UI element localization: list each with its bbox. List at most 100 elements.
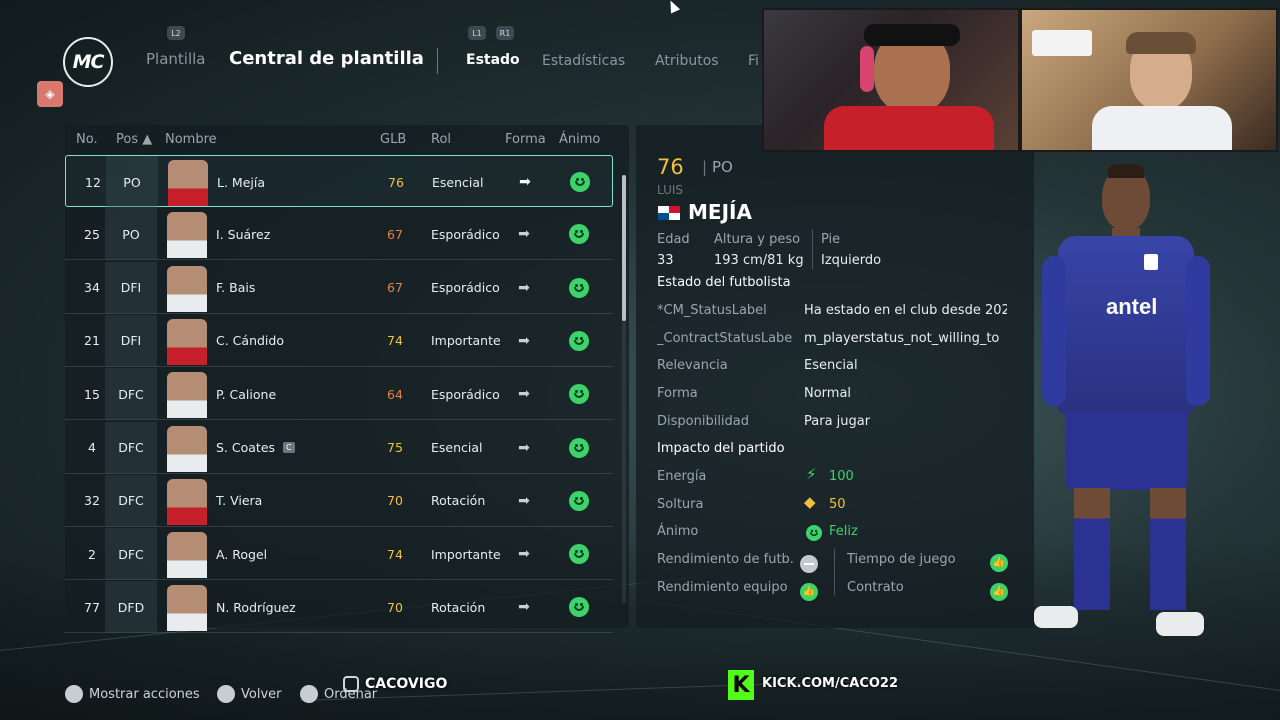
row-name: I. Suárez bbox=[216, 226, 271, 242]
table-row[interactable]: 25 PO I. Suárez 67 Esporádico ➡ bbox=[65, 208, 613, 261]
table-row[interactable]: 4 DFC S. Coates C 75 Esencial ➡ bbox=[65, 421, 613, 474]
tab-estadisticas[interactable]: Estadísticas bbox=[542, 53, 625, 69]
captain-badge: C bbox=[283, 442, 295, 453]
col-nombre[interactable]: Nombre bbox=[165, 132, 217, 147]
happy-icon bbox=[806, 525, 822, 541]
happy-face-icon bbox=[568, 208, 590, 260]
player-last-name: MEJÍA bbox=[688, 200, 752, 224]
kick-channel-url: KICK.COM/CACO22 bbox=[762, 676, 899, 691]
happy-face-icon bbox=[568, 528, 590, 580]
guest-shirt bbox=[1092, 106, 1232, 150]
col-no[interactable]: No. bbox=[76, 132, 98, 147]
headphones-icon bbox=[860, 46, 874, 92]
header-divider bbox=[437, 48, 438, 74]
circle-button-icon bbox=[217, 685, 235, 703]
lightning-icon: ⚡ bbox=[806, 465, 817, 483]
notification-icon[interactable]: ◈ bbox=[37, 81, 63, 107]
mostrar-acciones-label: Mostrar acciones bbox=[89, 686, 200, 702]
arrow-right-icon: ➡ bbox=[518, 492, 530, 509]
impacto-title: Impacto del partido bbox=[657, 441, 785, 456]
webcam-left bbox=[762, 8, 1020, 152]
volver-hint[interactable]: Volver bbox=[217, 685, 282, 703]
row-position: DFC bbox=[105, 528, 157, 581]
volver-label: Volver bbox=[241, 686, 282, 702]
arrow-right-icon: ➡ bbox=[518, 332, 530, 349]
col-rol[interactable]: Rol bbox=[431, 132, 451, 147]
row-glb: 74 bbox=[387, 333, 403, 349]
edad-label: Edad bbox=[657, 232, 690, 247]
col-forma[interactable]: Forma bbox=[505, 132, 546, 147]
player-first-name: LUIS bbox=[657, 183, 684, 197]
table-row[interactable]: 12 PO L. Mejía 76 Esencial ➡ bbox=[65, 155, 613, 208]
player-hair bbox=[1108, 164, 1144, 178]
divider bbox=[834, 549, 835, 595]
happy-face-icon bbox=[568, 475, 590, 527]
row-glb: 64 bbox=[387, 386, 403, 402]
status-label: *CM_StatusLabel bbox=[657, 303, 767, 318]
player-3d-model: antel bbox=[1034, 160, 1240, 660]
page-title: Central de plantilla bbox=[229, 48, 424, 69]
disponibilidad-label: Disponibilidad bbox=[657, 414, 750, 429]
row-role: Rotación bbox=[431, 493, 486, 509]
relevancia-label: Relevancia bbox=[657, 358, 728, 373]
happy-face-icon bbox=[568, 422, 590, 474]
soltura-label: Soltura bbox=[657, 497, 704, 512]
scrollbar-thumb[interactable] bbox=[622, 175, 626, 321]
row-name: F. Bais bbox=[216, 280, 256, 296]
row-position: DFD bbox=[105, 581, 157, 634]
row-position: DFI bbox=[105, 314, 157, 367]
table-row[interactable]: 21 DFI C. Cándido 74 Importante ➡ bbox=[65, 314, 613, 367]
x-button-icon bbox=[65, 685, 83, 703]
thumbs-up-icon: 👍 bbox=[800, 579, 818, 601]
player-photo-icon bbox=[167, 532, 207, 579]
tab-plantilla[interactable]: Plantilla bbox=[146, 50, 206, 68]
player-rating: 76 bbox=[657, 155, 684, 179]
club-crest-icon bbox=[1144, 254, 1158, 270]
mc-logo: MC bbox=[63, 37, 113, 87]
player-photo-icon bbox=[167, 212, 207, 259]
estado-title: Estado del futbolista bbox=[657, 275, 791, 290]
table-row[interactable]: 34 DFI F. Bais 67 Esporádico ➡ bbox=[65, 261, 613, 314]
table-row[interactable]: 32 DFC T. Viera 70 Rotación ➡ bbox=[65, 474, 613, 527]
contrato-label: Contrato bbox=[847, 580, 904, 595]
rend-equipo-label: Rendimiento equipo bbox=[657, 580, 788, 595]
pie-label: Pie bbox=[821, 232, 841, 247]
table-row[interactable]: 77 DFD N. Rodríguez 70 Rotación ➡ bbox=[65, 581, 613, 634]
row-name: A. Rogel bbox=[216, 546, 268, 562]
arrow-right-icon: ➡ bbox=[519, 174, 531, 190]
mostrar-acciones-hint[interactable]: Mostrar acciones bbox=[65, 685, 200, 703]
player-position: PO bbox=[712, 158, 733, 176]
table-row[interactable]: 2 DFC A. Rogel 74 Importante ➡ bbox=[65, 528, 613, 581]
col-glb[interactable]: GLB bbox=[380, 132, 406, 147]
r1-button-hint: R1 bbox=[496, 26, 514, 40]
thumbs-up-icon: 👍 bbox=[990, 579, 1008, 601]
table-scrollbar[interactable] bbox=[622, 175, 626, 603]
kick-logo-icon: K bbox=[728, 670, 754, 700]
forma-label: Forma bbox=[657, 386, 698, 401]
col-animo[interactable]: Ánimo bbox=[559, 132, 600, 147]
player-photo-icon bbox=[167, 318, 207, 365]
arrow-right-icon: ➡ bbox=[518, 439, 530, 456]
player-photo-icon bbox=[167, 265, 207, 312]
player-left-boot bbox=[1034, 606, 1078, 628]
divider bbox=[812, 229, 813, 269]
player-jersey: antel bbox=[1058, 236, 1194, 414]
happy-face-icon bbox=[568, 368, 590, 420]
tab-estado[interactable]: Estado bbox=[466, 52, 520, 68]
row-name: C. Cándido bbox=[216, 333, 284, 349]
tab-more[interactable]: Fi bbox=[748, 53, 759, 69]
player-right-boot bbox=[1156, 612, 1204, 636]
thumbs-up-icon: 👍 bbox=[990, 550, 1008, 572]
row-name: P. Calione bbox=[216, 386, 277, 402]
neutral-icon bbox=[800, 550, 818, 573]
row-glb: 75 bbox=[387, 440, 403, 455]
instagram-icon bbox=[343, 676, 359, 692]
rating-divider: | bbox=[702, 158, 708, 176]
col-pos[interactable]: Pos ▲ bbox=[116, 132, 152, 147]
row-position: DFI bbox=[105, 261, 157, 314]
panama-flag-icon bbox=[658, 206, 680, 220]
table-row[interactable]: 15 DFC P. Calione 64 Esporádico ➡ bbox=[65, 368, 613, 421]
l1-button-hint: L1 bbox=[468, 26, 486, 40]
player-left-arm bbox=[1042, 256, 1066, 406]
tab-atributos[interactable]: Atributos bbox=[655, 53, 719, 69]
